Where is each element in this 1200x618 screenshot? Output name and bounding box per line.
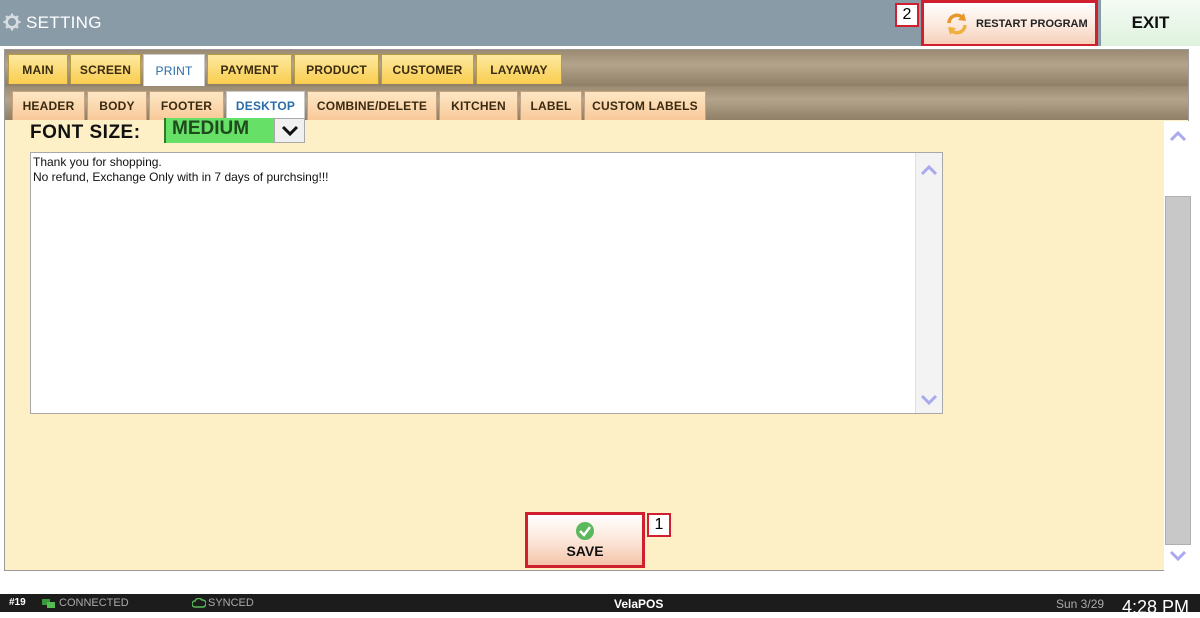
restart-highlight: RESTART PROGRAM (921, 0, 1098, 47)
footer-text: Thank you for shopping. No refund, Excha… (33, 155, 329, 184)
main-tabs: MAIN SCREEN PRINT PAYMENT PRODUCT CUSTOM… (8, 54, 564, 86)
scrollbar-thumb[interactable] (1165, 196, 1191, 545)
cloud-icon (192, 598, 206, 608)
restart-program-label: RESTART PROGRAM (976, 17, 1088, 30)
font-size-value: MEDIUM (164, 118, 274, 143)
status-bar: #19 CONNECTED SYNCED VelaPOS Sun 3/29 4:… (0, 594, 1200, 617)
scroll-up-icon[interactable] (920, 163, 938, 177)
subtab-header[interactable]: HEADER (12, 91, 85, 120)
annotation-marker-2: 2 (895, 3, 919, 27)
subtab-custom-labels[interactable]: CUSTOM LABELS (584, 91, 706, 120)
window-title: SETTING (26, 13, 102, 32)
subtab-body[interactable]: BODY (87, 91, 147, 120)
restart-program-button[interactable]: RESTART PROGRAM (924, 3, 1095, 44)
sub-tabs: HEADER BODY FOOTER DESKTOP COMBINE/DELET… (12, 91, 708, 120)
tab-payment[interactable]: PAYMENT (207, 54, 292, 84)
subtab-combine-delete[interactable]: COMBINE/DELETE (307, 91, 437, 120)
refresh-icon (947, 12, 967, 35)
connection-status: CONNECTED (59, 597, 129, 609)
save-button[interactable]: SAVE (528, 515, 642, 565)
tab-main[interactable]: MAIN (8, 54, 68, 84)
font-size-label: FONT SIZE: (30, 122, 141, 143)
tab-screen[interactable]: SCREEN (70, 54, 141, 84)
subtab-desktop[interactable]: DESKTOP (226, 91, 305, 120)
chevron-down-icon[interactable] (274, 118, 305, 143)
tab-product[interactable]: PRODUCT (294, 54, 379, 84)
subtab-footer[interactable]: FOOTER (149, 91, 224, 120)
textarea-scrollbar[interactable] (915, 153, 942, 413)
save-highlight: SAVE (525, 512, 645, 568)
settings-panel: MAIN SCREEN PRINT PAYMENT PRODUCT CUSTOM… (0, 46, 1200, 594)
scroll-up-icon[interactable] (1169, 129, 1187, 143)
scroll-down-icon[interactable] (920, 393, 938, 407)
subtab-kitchen[interactable]: KITCHEN (439, 91, 518, 120)
status-time: 4:28 PM (1122, 597, 1190, 617)
scroll-down-icon[interactable] (1169, 549, 1187, 563)
exit-button[interactable]: EXIT (1101, 0, 1200, 46)
tab-print[interactable]: PRINT (143, 54, 205, 86)
network-icon (42, 599, 55, 608)
tab-customer[interactable]: CUSTOMER (381, 54, 474, 84)
brand-name: VelaPOS (614, 597, 664, 611)
sync-status: SYNCED (208, 597, 254, 609)
footer-text-area[interactable]: Thank you for shopping. No refund, Excha… (30, 152, 943, 414)
status-date: Sun 3/29 (1056, 597, 1105, 611)
annotation-marker-1: 1 (647, 513, 671, 537)
terminal-number: #19 (9, 597, 26, 608)
panel-scrollbar[interactable] (1164, 121, 1192, 573)
check-icon (576, 522, 594, 540)
font-size-dropdown[interactable]: MEDIUM (164, 118, 305, 143)
save-label: SAVE (566, 543, 604, 559)
tab-layaway[interactable]: LAYAWAY (476, 54, 562, 84)
gear-icon (3, 13, 21, 31)
subtab-label[interactable]: LABEL (520, 91, 582, 120)
